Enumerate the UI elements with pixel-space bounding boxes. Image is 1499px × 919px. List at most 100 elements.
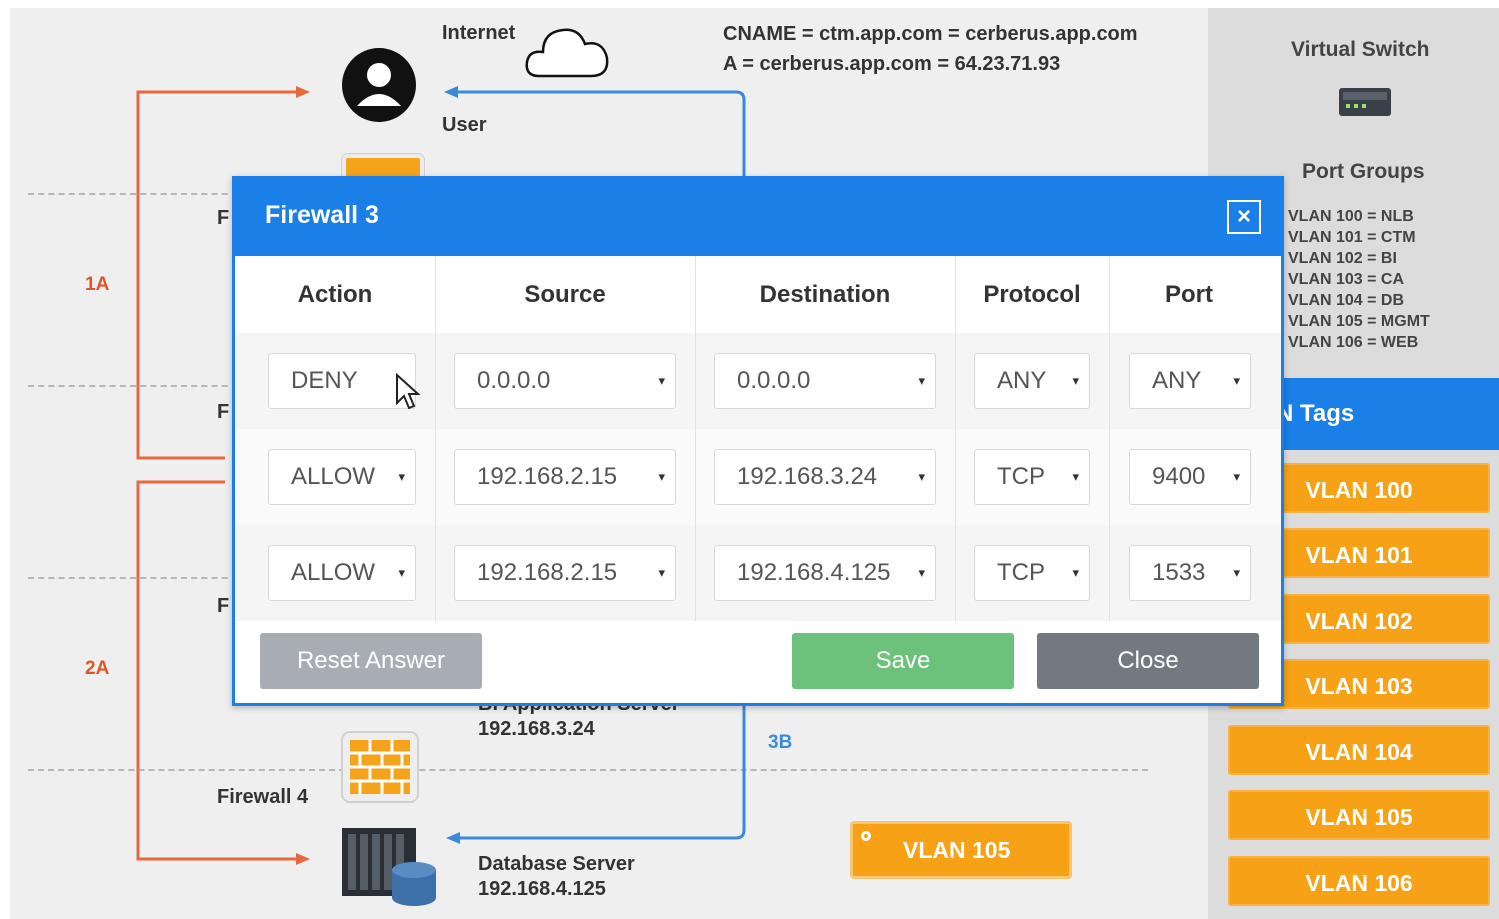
port-groups-title: Port Groups	[1302, 160, 1425, 183]
dns-cname-text: CNAME = ctm.app.com = cerberus.app.com	[723, 23, 1138, 45]
port-group-item: VLAN 103 = CA	[1288, 271, 1405, 288]
select-value: ALLOW	[291, 463, 376, 490]
vlan-tag-104[interactable]: VLAN 104	[1228, 725, 1490, 775]
select-value: 1533	[1152, 559, 1206, 586]
select-value: ANY	[997, 367, 1047, 394]
arrow-3b-head	[446, 832, 460, 844]
select-value: ANY	[1152, 367, 1202, 394]
select-value: TCP	[997, 559, 1045, 586]
caret-down-icon: ▾	[1233, 373, 1240, 388]
port-select[interactable]: 1533 ▾	[1129, 545, 1251, 601]
dialog-header: Firewall 3 ×	[235, 179, 1281, 256]
firewall-label-partial: F	[217, 595, 230, 617]
caret-down-icon: ▾	[918, 469, 925, 484]
port-group-item: VLAN 106 = WEB	[1288, 334, 1419, 351]
arrow-1a-head	[296, 86, 310, 98]
vlan-105-badge[interactable]: VLAN 105	[850, 821, 1072, 879]
arrow-blue-top-head	[444, 86, 458, 98]
caret-down-icon: ▾	[398, 565, 405, 580]
destination-select[interactable]: 192.168.3.24 ▾	[714, 449, 936, 505]
vlan-tag-106[interactable]: VLAN 106	[1228, 856, 1490, 906]
caret-down-icon: ▾	[658, 565, 665, 580]
source-select[interactable]: 192.168.2.15 ▾	[454, 449, 676, 505]
select-value: 192.168.2.15	[477, 559, 618, 586]
port-group-item: VLAN 102 = BI	[1288, 250, 1397, 267]
column-header-action: Action	[297, 281, 373, 308]
dialog-title: Firewall 3	[265, 201, 379, 229]
select-value: TCP	[997, 463, 1045, 490]
select-value: 192.168.2.15	[477, 463, 618, 490]
port-select[interactable]: 9400 ▾	[1129, 449, 1251, 505]
vlan-tag-105[interactable]: VLAN 105	[1228, 790, 1490, 840]
column-divider	[955, 256, 956, 621]
switch-icon	[1339, 88, 1391, 116]
caret-down-icon: ▾	[1233, 565, 1240, 580]
network-diagram-canvas: User Internet CNAME = ctm.app.com = cerb…	[10, 8, 1499, 919]
close-button[interactable]: Close	[1037, 633, 1259, 689]
destination-select[interactable]: 192.168.4.125 ▾	[714, 545, 936, 601]
select-value: DENY	[291, 367, 358, 394]
caret-down-icon: ▾	[1233, 469, 1240, 484]
close-icon[interactable]: ×	[1227, 200, 1261, 234]
caret-down-icon: ▾	[1072, 565, 1079, 580]
vlan-tags-title: N Tags	[1276, 400, 1355, 427]
port-group-item: VLAN 101 = CTM	[1288, 229, 1416, 246]
caret-down-icon: ▾	[658, 469, 665, 484]
firewall-4-icon	[341, 731, 419, 803]
select-value: 0.0.0.0	[737, 367, 811, 394]
column-divider	[1109, 256, 1110, 621]
action-select[interactable]: ALLOW ▾	[268, 449, 416, 505]
port-group-item: VLAN 105 = MGMT	[1288, 313, 1430, 330]
column-divider	[695, 256, 696, 621]
mouse-cursor-icon	[396, 373, 421, 410]
source-select[interactable]: 0.0.0.0 ▾	[454, 353, 676, 409]
port-select[interactable]: ANY ▾	[1129, 353, 1251, 409]
column-header-port: Port	[1165, 281, 1213, 308]
caret-down-icon: ▾	[1072, 373, 1079, 388]
arrow-blue-top	[450, 90, 746, 176]
column-header-source: Source	[524, 281, 606, 308]
column-header-destination: Destination	[759, 281, 891, 308]
firewall-label-partial: F	[217, 207, 230, 229]
cloud-icon	[525, 28, 609, 78]
path-label-3b: 3B	[768, 732, 793, 753]
db-server-name: Database Server	[478, 853, 635, 875]
column-divider	[435, 256, 436, 621]
caret-down-icon: ▾	[918, 373, 925, 388]
app-server-ip: 192.168.3.24	[478, 718, 595, 740]
source-select[interactable]: 192.168.2.15 ▾	[454, 545, 676, 601]
select-value: 9400	[1152, 463, 1206, 490]
user-icon	[342, 48, 416, 122]
action-select[interactable]: DENY	[268, 353, 416, 409]
action-select[interactable]: ALLOW ▾	[268, 545, 416, 601]
handle-dot-icon	[861, 831, 871, 841]
firewall-4-label: Firewall 4	[217, 786, 309, 808]
firewall-label-partial: F	[217, 401, 230, 423]
destination-select[interactable]: 0.0.0.0 ▾	[714, 353, 936, 409]
caret-down-icon: ▾	[918, 565, 925, 580]
vlan-badge-label: VLAN 105	[903, 837, 1011, 863]
caret-down-icon: ▾	[398, 469, 405, 484]
database-server-icon	[342, 828, 436, 906]
caret-down-icon: ▾	[1072, 469, 1079, 484]
port-group-item: VLAN 100 = NLB	[1288, 208, 1414, 225]
save-button[interactable]: Save	[792, 633, 1014, 689]
port-group-item: VLAN 104 = DB	[1288, 292, 1405, 309]
reset-answer-button[interactable]: Reset Answer	[260, 633, 482, 689]
protocol-select[interactable]: ANY ▾	[974, 353, 1090, 409]
virtual-switch-title: Virtual Switch	[1291, 38, 1430, 61]
protocol-select[interactable]: TCP ▾	[974, 449, 1090, 505]
internet-label: Internet	[442, 22, 516, 44]
select-value: 192.168.3.24	[737, 463, 878, 490]
select-value: 0.0.0.0	[477, 367, 551, 394]
select-value: 192.168.4.125	[737, 559, 891, 586]
user-label: User	[442, 114, 487, 136]
firewall-rules-dialog: Firewall 3 × Action Source Destination P…	[232, 176, 1284, 706]
select-value: ALLOW	[291, 559, 376, 586]
db-server-ip: 192.168.4.125	[478, 878, 606, 900]
caret-down-icon: ▾	[658, 373, 665, 388]
path-label-1a: 1A	[85, 274, 110, 295]
protocol-select[interactable]: TCP ▾	[974, 545, 1090, 601]
path-label-2a: 2A	[85, 658, 110, 679]
column-header-protocol: Protocol	[983, 281, 1081, 308]
